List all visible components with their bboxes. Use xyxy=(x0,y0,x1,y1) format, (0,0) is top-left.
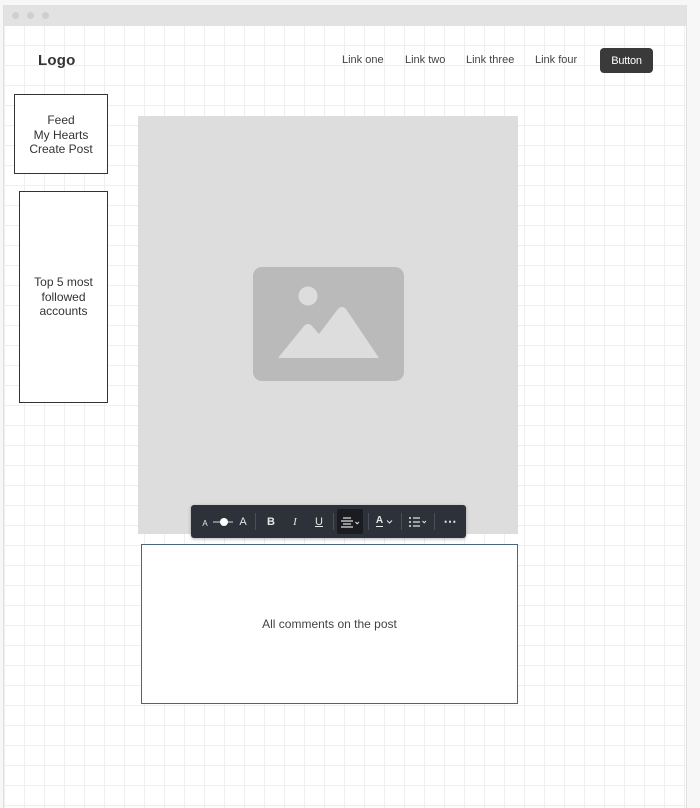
list-dropdown[interactable] xyxy=(406,505,430,538)
window-maximize-dot[interactable] xyxy=(42,12,49,19)
nav-link-two[interactable]: Link two xyxy=(405,54,445,66)
font-size-large-icon[interactable]: A xyxy=(236,505,250,538)
sidebar-item-my-hearts[interactable]: My Hearts xyxy=(15,128,107,143)
comments-label: All comments on the post xyxy=(262,617,397,631)
nav-link-three[interactable]: Link three xyxy=(466,54,514,66)
logo[interactable]: Logo xyxy=(38,52,75,69)
comments-panel: All comments on the post xyxy=(141,544,518,704)
font-size-small-icon[interactable]: A xyxy=(199,505,211,538)
align-center-icon xyxy=(341,516,360,528)
toolbar-divider xyxy=(368,513,369,530)
sidebar-menu: Feed My Hearts Create Post xyxy=(14,94,108,174)
underline-button[interactable]: U xyxy=(310,505,328,538)
window-minimize-dot[interactable] xyxy=(27,12,34,19)
top-accounts-panel: Top 5 most followed accounts xyxy=(19,191,108,403)
window-close-dot[interactable] xyxy=(12,12,19,19)
text-color-dropdown[interactable]: A xyxy=(373,505,397,538)
toolbar-divider xyxy=(255,513,256,530)
bold-button[interactable]: B xyxy=(262,505,280,538)
italic-button[interactable]: I xyxy=(286,505,304,538)
text-color-icon: A xyxy=(375,515,384,527)
browser-window: Logo Link one Link two Link three Link f… xyxy=(3,5,687,808)
toolbar-divider xyxy=(434,513,435,530)
header-button[interactable]: Button xyxy=(600,48,653,73)
bulleted-list-icon xyxy=(409,516,427,527)
nav-link-one[interactable]: Link one xyxy=(342,54,384,66)
post-image[interactable] xyxy=(138,116,518,534)
top-accounts-label: Top 5 most followed accounts xyxy=(34,275,93,319)
more-options-icon[interactable]: ⋯ xyxy=(440,505,460,538)
window-titlebar xyxy=(4,5,686,26)
toolbar-divider xyxy=(333,513,334,530)
toolbar-divider xyxy=(401,513,402,530)
chevron-down-icon xyxy=(386,519,393,524)
nav-link-four[interactable]: Link four xyxy=(535,54,577,66)
text-format-toolbar: A A B I U A ⋯ xyxy=(191,505,466,538)
slider-icon xyxy=(213,517,233,526)
image-placeholder-icon xyxy=(253,267,404,381)
sidebar-item-feed[interactable]: Feed xyxy=(15,113,107,128)
align-dropdown[interactable] xyxy=(337,509,363,534)
font-size-slider[interactable] xyxy=(211,505,235,538)
sidebar-item-create-post[interactable]: Create Post xyxy=(15,142,107,157)
